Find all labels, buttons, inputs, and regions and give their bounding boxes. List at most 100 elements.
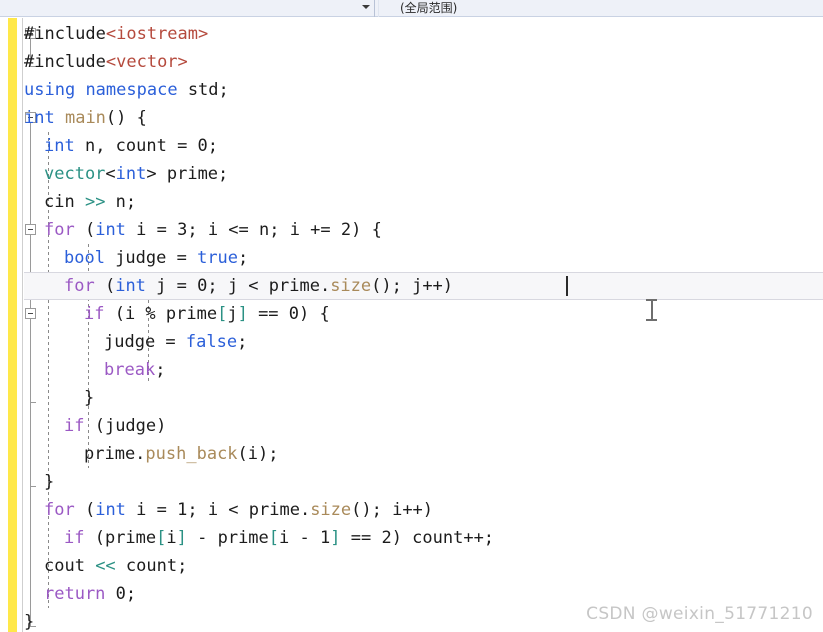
chevron-down-icon[interactable]	[362, 5, 370, 9]
code-token: 2	[340, 220, 352, 240]
csdn-watermark: CSDN @weixin_51771210	[586, 604, 813, 624]
code-token: namespace	[85, 80, 178, 100]
code-token: ;	[207, 136, 219, 156]
code-token: }	[44, 472, 55, 492]
navbar-divider-2	[378, 0, 379, 17]
code-token: ; i <= n; i +=	[187, 220, 341, 240]
code-line[interactable]: }	[44, 468, 54, 496]
code-token: ;	[237, 332, 248, 352]
code-token: ==	[247, 304, 289, 324]
code-token: i =	[125, 500, 178, 520]
code-line[interactable]: if (judge)	[64, 412, 166, 440]
code-token: true	[197, 248, 239, 268]
navbar-divider	[374, 0, 375, 17]
code-token: ;	[155, 360, 166, 380]
code-line[interactable]: cout << count;	[44, 552, 187, 580]
code-token: ) count++;	[391, 528, 495, 548]
code-token: false	[185, 332, 238, 352]
code-token: j	[227, 304, 238, 324]
code-line[interactable]: for (int i = 3; i <= n; i += 2) {	[44, 216, 382, 244]
code-token: (	[74, 220, 96, 240]
code-token: if	[64, 416, 85, 436]
code-editor[interactable]: #include<iostream> #include<vector> using …	[0, 18, 823, 632]
code-token: int	[24, 108, 55, 128]
code-token: [	[217, 304, 228, 324]
code-token: 1	[177, 500, 188, 520]
code-token: int	[95, 220, 126, 240]
code-token: size	[310, 500, 352, 520]
code-line[interactable]: break;	[104, 356, 165, 384]
code-token: 1	[319, 528, 331, 548]
code-line[interactable]: }	[84, 384, 94, 412]
code-line[interactable]: int n, count = 0;	[44, 132, 218, 160]
code-token: 2	[381, 528, 392, 548]
code-token: push_back	[145, 444, 238, 464]
code-token: (	[94, 276, 116, 296]
text-caret	[566, 276, 568, 296]
scope-dropdown-label[interactable]: (全局范围)	[400, 0, 457, 17]
member-dropdown[interactable]	[0, 0, 373, 16]
i-beam-cursor	[646, 299, 657, 321]
code-token: (judge)	[84, 416, 167, 436]
code-token: vector	[44, 164, 106, 184]
code-token: size	[330, 276, 372, 296]
code-token: (i % prime	[104, 304, 218, 324]
code-token: int	[115, 276, 146, 296]
code-token: ) {	[299, 304, 330, 324]
code-token: ;	[238, 248, 249, 268]
code-line[interactable]: #include<vector>	[24, 48, 188, 76]
code-token: i	[166, 528, 177, 548]
code-token: <<	[95, 556, 116, 576]
code-token: ;	[125, 584, 137, 604]
code-token: int	[115, 164, 147, 184]
code-token: - prime	[186, 528, 269, 548]
code-line[interactable]: if (prime[i] - prime[i - 1] == 2) count+…	[64, 524, 494, 552]
code-token: n, count =	[74, 136, 198, 156]
code-token: <iostream>	[105, 24, 209, 44]
code-token: for	[44, 500, 75, 520]
code-line[interactable]: return 0;	[44, 580, 136, 608]
code-token: i =	[125, 220, 178, 240]
code-line[interactable]: for (int j = 0; j < prime.size(); j++)	[64, 272, 453, 300]
code-token: ; i < prime.	[187, 500, 311, 520]
code-token: i -	[279, 528, 320, 548]
code-token: [	[268, 528, 280, 548]
code-token: 0	[197, 276, 208, 296]
code-token: }	[24, 612, 35, 632]
code-line[interactable]: for (int i = 1; i < prime.size(); i++)	[44, 496, 433, 524]
code-token: judge =	[104, 248, 198, 268]
code-line[interactable]: int main() {	[24, 104, 147, 132]
code-token: ]	[330, 528, 341, 548]
code-token: for	[44, 220, 75, 240]
code-line[interactable]: }	[24, 608, 34, 632]
code-line[interactable]: judge = false;	[104, 328, 247, 356]
code-token: for	[64, 276, 95, 296]
code-token: (); j++)	[371, 276, 454, 296]
code-token: [	[156, 528, 167, 548]
code-token: 0	[115, 584, 126, 604]
code-line[interactable]: #include<iostream>	[24, 20, 208, 48]
code-token: if	[64, 528, 85, 548]
code-token: bool	[64, 248, 105, 268]
code-line[interactable]: vector<int> prime;	[44, 160, 228, 188]
code-token: prime.	[84, 444, 146, 464]
code-line[interactable]: cin >> n;	[44, 188, 136, 216]
code-line[interactable]: using namespace std;	[24, 76, 229, 104]
code-line[interactable]: bool judge = true;	[64, 244, 248, 272]
code-line[interactable]: prime.push_back(i);	[84, 440, 279, 468]
code-token: (i);	[237, 444, 279, 464]
code-line[interactable]: if (i % prime[j] == 0) {	[84, 300, 330, 328]
code-token: #include	[24, 52, 106, 72]
code-text-area[interactable]: #include<iostream> #include<vector> using …	[0, 18, 823, 632]
code-token: ) {	[351, 220, 382, 240]
code-token: >>	[84, 192, 106, 212]
code-token: <	[105, 164, 116, 184]
code-token: std	[187, 80, 219, 100]
code-token: 3	[177, 220, 188, 240]
code-token: ]	[237, 304, 248, 324]
code-token: ==	[340, 528, 382, 548]
code-token: (prime	[84, 528, 157, 548]
